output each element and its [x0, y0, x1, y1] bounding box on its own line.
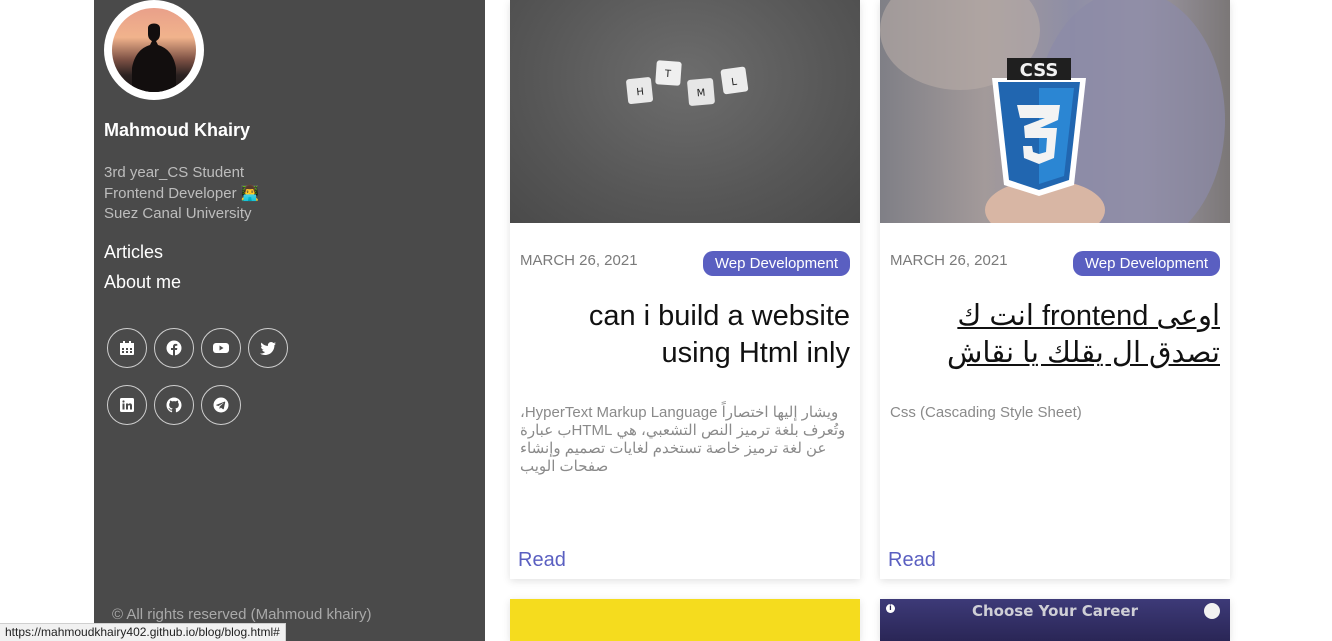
article-title: can i build a website using Html inly — [588, 300, 850, 369]
bio-line: 3rd year_CS Student — [104, 164, 245, 181]
tile-letter: M — [696, 88, 706, 100]
bio-line: Frontend Developer 👨‍💻 — [104, 184, 260, 202]
article-thumbnail[interactable]: CSS — [880, 0, 1230, 223]
nav-articles-link[interactable]: Articles — [104, 242, 181, 263]
article-excerpt: ويشار إليها اختصاراً HyperText Markup La… — [520, 404, 846, 475]
social-links-row — [107, 328, 290, 368]
status-bar-url: https://mahmoudkhairy402.github.io/blog/… — [0, 623, 286, 641]
telegram-icon[interactable] — [201, 385, 242, 425]
lightbulb-icon — [1204, 603, 1220, 619]
article-date: MARCH 26, 2021 — [890, 252, 1008, 269]
article-card[interactable] — [510, 599, 860, 641]
linkedin-icon[interactable] — [107, 385, 147, 425]
article-card: CSS MARCH 26, 2021 Wep Development اوعى … — [880, 0, 1230, 579]
nav-about-link[interactable]: About me — [104, 272, 181, 293]
article-excerpt: Css (Cascading Style Sheet) — [890, 404, 1082, 421]
article-title-link[interactable]: اوعى frontend انت ك تصدق ال يقلك يا نقاش — [890, 298, 1220, 372]
read-more-link[interactable]: Read — [518, 549, 566, 572]
social-links-row — [107, 385, 243, 425]
profile-name: Mahmoud Khairy — [104, 120, 251, 140]
twitter-icon[interactable] — [248, 328, 289, 368]
article-card: H T M L MARCH 26, 2021 Wep Development c… — [510, 0, 860, 579]
sidebar: Mahmoud Khairy 3rd year_CS Student Front… — [94, 0, 485, 641]
article-date: MARCH 26, 2021 — [520, 252, 638, 269]
tile-letter: H — [636, 87, 645, 99]
css-logo-text: CSS — [1020, 60, 1059, 81]
article-thumbnail[interactable]: i Choose Your Career — [880, 599, 1230, 641]
facebook-icon[interactable] — [154, 328, 195, 368]
article-thumbnail[interactable] — [510, 599, 860, 641]
github-icon[interactable] — [154, 385, 195, 425]
footer-copyright: © All rights reserved (Mahmoud khairy) — [112, 606, 372, 623]
read-more-link[interactable]: Read — [888, 549, 936, 572]
category-badge[interactable]: Wep Development — [1072, 251, 1220, 276]
article-card[interactable]: i Choose Your Career — [880, 599, 1230, 641]
article-thumbnail[interactable]: H T M L — [510, 0, 860, 223]
calendar-icon[interactable] — [107, 328, 147, 368]
bio-line: Suez Canal University — [104, 205, 252, 222]
youtube-icon[interactable] — [201, 328, 242, 368]
sidebar-nav: Articles About me — [104, 242, 181, 302]
profile-bio: 3rd year_CS Student Frontend Developer 👨… — [104, 163, 259, 225]
avatar — [104, 0, 204, 100]
category-badge[interactable]: Wep Development — [702, 251, 850, 276]
career-banner-text: Choose Your Career — [972, 602, 1138, 620]
